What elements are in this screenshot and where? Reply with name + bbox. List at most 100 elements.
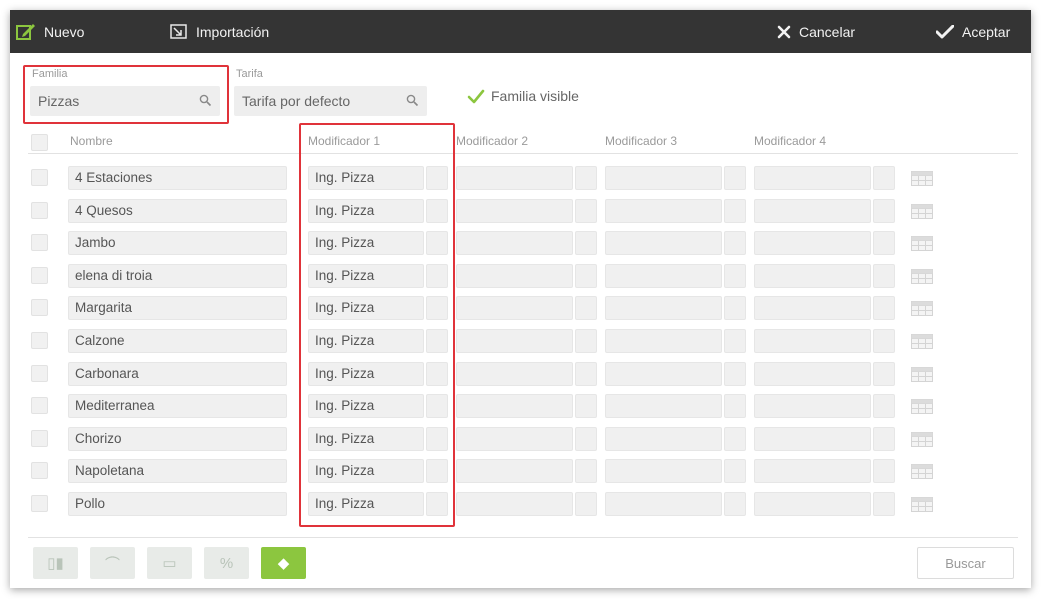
- modificador-1-select-button[interactable]: [426, 361, 448, 386]
- modificador-1-cell[interactable]: Ing. Pizza: [308, 198, 424, 223]
- row-checkbox[interactable]: [31, 234, 48, 252]
- modificador-4-cell[interactable]: [754, 426, 871, 451]
- tarifa-field[interactable]: Tarifa por defecto: [234, 86, 427, 116]
- accept-button[interactable]: Aceptar: [936, 10, 1010, 53]
- modificador-4-select-button[interactable]: [873, 198, 895, 223]
- modificador-4-select-button[interactable]: [873, 166, 895, 190]
- modificador-1-select-button[interactable]: [426, 231, 448, 256]
- modificador-2-cell[interactable]: [456, 263, 573, 288]
- table-icon[interactable]: [911, 464, 933, 480]
- familia-field[interactable]: Pizzas: [30, 86, 220, 116]
- modificador-2-select-button[interactable]: [575, 231, 597, 256]
- row-checkbox[interactable]: [31, 332, 48, 349]
- nombre-cell[interactable]: elena di troia: [68, 263, 287, 288]
- row-checkbox[interactable]: [31, 364, 48, 382]
- modificador-2-cell[interactable]: [456, 166, 573, 190]
- table-icon[interactable]: [911, 334, 933, 349]
- modificador-1-cell[interactable]: Ing. Pizza: [308, 263, 424, 288]
- modificador-2-select-button[interactable]: [575, 263, 597, 288]
- modificador-1-select-button[interactable]: [426, 166, 448, 190]
- modificador-2-cell[interactable]: [456, 231, 573, 256]
- row-checkbox[interactable]: [31, 429, 48, 447]
- modificador-1-cell[interactable]: Ing. Pizza: [308, 296, 424, 321]
- modificador-2-select-button[interactable]: [575, 296, 597, 321]
- modificador-4-select-button[interactable]: [873, 492, 895, 516]
- search-icon[interactable]: [406, 94, 419, 107]
- nombre-cell[interactable]: Carbonara: [68, 361, 287, 386]
- modificador-4-cell[interactable]: [754, 459, 871, 484]
- modificador-1-cell[interactable]: Ing. Pizza: [308, 426, 424, 451]
- modificador-1-cell[interactable]: Ing. Pizza: [308, 231, 424, 256]
- nombre-cell[interactable]: Jambo: [68, 231, 287, 256]
- modificador-2-select-button[interactable]: [575, 459, 597, 484]
- modificador-2-cell[interactable]: [456, 296, 573, 321]
- modificador-1-select-button[interactable]: [426, 426, 448, 451]
- modificador-2-select-button[interactable]: [575, 394, 597, 419]
- modificador-2-cell[interactable]: [456, 361, 573, 386]
- row-checkbox[interactable]: [31, 169, 48, 186]
- nombre-cell[interactable]: 4 Estaciones: [68, 166, 287, 190]
- modificador-2-cell[interactable]: [456, 394, 573, 419]
- modificador-3-cell[interactable]: [605, 166, 722, 190]
- modificador-2-select-button[interactable]: [575, 492, 597, 516]
- table-icon[interactable]: [911, 399, 933, 415]
- modificador-3-select-button[interactable]: [724, 296, 746, 321]
- modificador-1-cell[interactable]: Ing. Pizza: [308, 166, 424, 190]
- table-icon[interactable]: [911, 497, 933, 512]
- modificador-3-select-button[interactable]: [724, 329, 746, 353]
- nombre-cell[interactable]: Chorizo: [68, 426, 287, 451]
- modificador-4-cell[interactable]: [754, 231, 871, 256]
- modificador-4-cell[interactable]: [754, 263, 871, 288]
- modificador-1-cell[interactable]: Ing. Pizza: [308, 459, 424, 484]
- modificador-3-select-button[interactable]: [724, 198, 746, 223]
- modificador-2-select-button[interactable]: [575, 198, 597, 223]
- modificador-3-select-button[interactable]: [724, 426, 746, 451]
- modificador-3-cell[interactable]: [605, 198, 722, 223]
- table-icon[interactable]: [911, 203, 933, 219]
- modificador-1-cell[interactable]: Ing. Pizza: [308, 492, 424, 516]
- barcode-button[interactable]: ▯▮: [33, 547, 78, 579]
- modificador-4-cell[interactable]: [754, 198, 871, 223]
- modificador-3-cell[interactable]: [605, 361, 722, 386]
- modificador-3-cell[interactable]: [605, 329, 722, 353]
- table-icon[interactable]: [911, 431, 933, 447]
- modificador-3-select-button[interactable]: [724, 263, 746, 288]
- modificador-4-select-button[interactable]: [873, 394, 895, 419]
- row-checkbox[interactable]: [31, 201, 48, 219]
- modificador-2-cell[interactable]: [456, 198, 573, 223]
- modificador-1-cell[interactable]: Ing. Pizza: [308, 329, 424, 353]
- row-checkbox[interactable]: [31, 266, 48, 284]
- modificador-2-cell[interactable]: [456, 492, 573, 516]
- table-icon[interactable]: [911, 171, 933, 186]
- modificador-2-select-button[interactable]: [575, 426, 597, 451]
- modificador-4-select-button[interactable]: [873, 459, 895, 484]
- modificador-2-select-button[interactable]: [575, 329, 597, 353]
- eraser-button[interactable]: ◆: [261, 547, 306, 579]
- modificador-4-cell[interactable]: [754, 492, 871, 516]
- modificador-3-select-button[interactable]: [724, 459, 746, 484]
- modificador-3-cell[interactable]: [605, 231, 722, 256]
- nombre-cell[interactable]: Margarita: [68, 296, 287, 321]
- modificador-2-cell[interactable]: [456, 426, 573, 451]
- search-icon[interactable]: [199, 94, 212, 107]
- percent-button[interactable]: %: [204, 547, 249, 579]
- nombre-cell[interactable]: Pollo: [68, 492, 287, 516]
- table-icon[interactable]: [911, 301, 933, 317]
- modificador-1-select-button[interactable]: [426, 492, 448, 516]
- modificador-4-select-button[interactable]: [873, 231, 895, 256]
- modificador-3-select-button[interactable]: [724, 394, 746, 419]
- modificador-3-cell[interactable]: [605, 492, 722, 516]
- modificador-4-select-button[interactable]: [873, 329, 895, 353]
- select-all-checkbox[interactable]: [31, 134, 48, 151]
- modificador-1-select-button[interactable]: [426, 198, 448, 223]
- modificador-3-cell[interactable]: [605, 296, 722, 321]
- nombre-cell[interactable]: Calzone: [68, 329, 287, 353]
- modificador-4-cell[interactable]: [754, 296, 871, 321]
- modificador-1-select-button[interactable]: [426, 329, 448, 353]
- printer-button[interactable]: ▭: [147, 547, 192, 579]
- table-icon[interactable]: [911, 236, 933, 252]
- modificador-2-cell[interactable]: [456, 459, 573, 484]
- nombre-cell[interactable]: Napoletana: [68, 459, 287, 484]
- table-icon[interactable]: [911, 268, 933, 284]
- modificador-1-select-button[interactable]: [426, 459, 448, 484]
